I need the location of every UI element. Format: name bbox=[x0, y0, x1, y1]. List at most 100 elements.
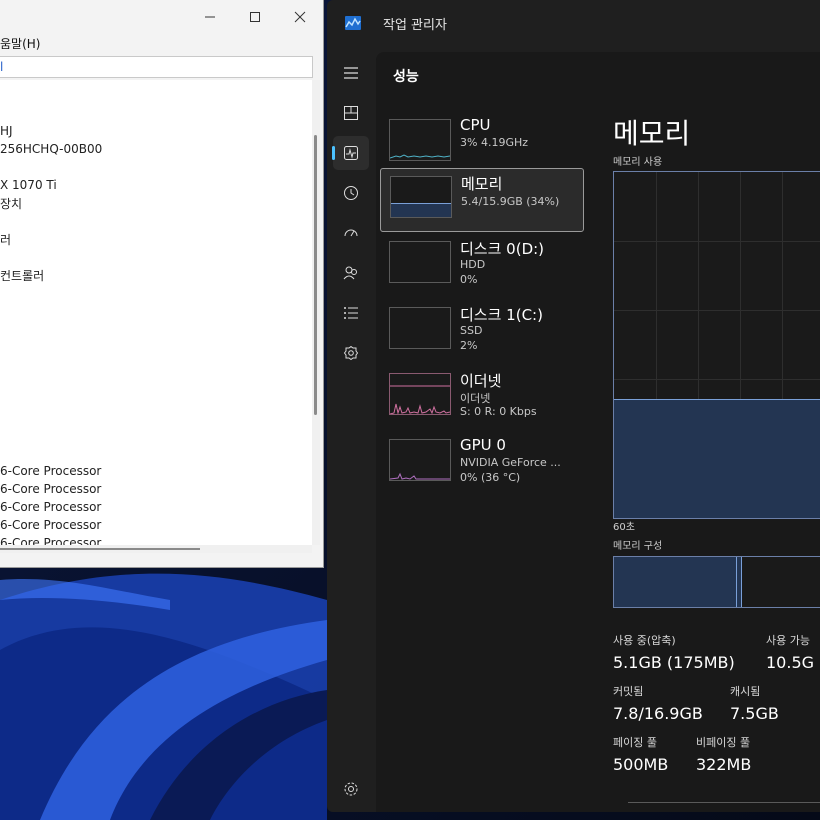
tree-row[interactable]: 6-Core Processor bbox=[0, 500, 101, 514]
device-detail: 3% 4.19GHz bbox=[460, 136, 529, 149]
nav-settings[interactable] bbox=[333, 772, 369, 806]
tree-row[interactable]: 장치 bbox=[0, 195, 22, 212]
device-manager-window: 움말(H) l HJ 256HCHQ-00B00 X 1070 Ti 장치 러 … bbox=[0, 0, 324, 568]
device-detail: 이더넷 bbox=[460, 392, 491, 405]
device-detail: S: 0 R: 0 Kbps bbox=[460, 405, 537, 418]
device-name: 디스크 1(C:) bbox=[460, 306, 543, 324]
toolbar-link[interactable]: l bbox=[0, 60, 3, 74]
close-button[interactable] bbox=[288, 6, 312, 28]
memory-usage-label: 메모리 사용 bbox=[613, 157, 663, 168]
details-icon bbox=[344, 307, 358, 319]
memory-modified-segment bbox=[737, 557, 742, 607]
gpu-sparkline bbox=[390, 472, 450, 480]
cpu-thumbnail-graph bbox=[389, 119, 451, 161]
grid-line bbox=[614, 379, 820, 380]
page-title: 성능 bbox=[393, 69, 419, 85]
horizontal-scrollbar[interactable] bbox=[0, 545, 312, 553]
active-indicator bbox=[332, 146, 335, 160]
grid-line bbox=[614, 241, 820, 242]
device-manager-titlebar[interactable] bbox=[0, 0, 323, 34]
maximize-button[interactable] bbox=[243, 6, 267, 28]
grid-line bbox=[614, 310, 820, 311]
task-manager-titlebar[interactable]: 작업 관리자 bbox=[327, 0, 820, 48]
device-detail: 2% bbox=[460, 339, 478, 352]
time-span-label: 60초 bbox=[613, 522, 635, 533]
task-manager-app-icon bbox=[345, 16, 361, 30]
paged-pool-label: 페이징 풀 bbox=[613, 736, 657, 749]
in-use-value: 5.1GB (175MB) bbox=[613, 653, 735, 672]
navigation-rail bbox=[327, 48, 375, 812]
device-item-gpu[interactable]: GPU 0 NVIDIA GeForce ... 0% (36 °C) bbox=[380, 432, 582, 494]
tree-row[interactable]: 6-Core Processor bbox=[0, 536, 101, 545]
nav-processes[interactable] bbox=[333, 96, 369, 130]
hamburger-icon bbox=[344, 67, 358, 79]
users-icon bbox=[343, 266, 357, 280]
device-detail: SSD bbox=[460, 324, 483, 337]
cpu-sparkline bbox=[390, 154, 450, 159]
in-use-label: 사용 중(압축) bbox=[613, 634, 676, 647]
memory-composition-bar bbox=[613, 556, 820, 608]
memory-usage-fill bbox=[614, 399, 820, 518]
nav-details[interactable] bbox=[333, 296, 369, 330]
nav-services[interactable] bbox=[333, 336, 369, 370]
tree-row[interactable]: 6-Core Processor bbox=[0, 518, 101, 532]
device-detail: 0% bbox=[460, 273, 478, 286]
committed-label: 커밋됨 bbox=[613, 685, 644, 698]
scrollbar-thumb[interactable] bbox=[314, 135, 317, 415]
nav-users[interactable] bbox=[333, 256, 369, 290]
tree-row[interactable]: 256HCHQ-00B00 bbox=[0, 142, 102, 156]
nav-startup-apps[interactable] bbox=[333, 216, 369, 250]
tree-row[interactable]: 6-Core Processor bbox=[0, 464, 101, 478]
performance-title: 메모리 bbox=[613, 117, 691, 150]
performance-panel: 성능 CPU 3% 4.19GHz 메모리 5.4/15.9GB (34%) 디… bbox=[376, 52, 820, 812]
gpu-thumbnail-graph bbox=[389, 439, 451, 481]
tree-row[interactable]: 6-Core Processor bbox=[0, 482, 101, 496]
device-item-disk-1[interactable]: 디스크 1(C:) SSD 2% bbox=[380, 300, 582, 362]
menu-help[interactable]: 움말(H) bbox=[0, 37, 40, 51]
disk0-thumbnail-graph bbox=[389, 241, 451, 283]
ethernet-sparkline bbox=[390, 385, 450, 414]
device-item-disk-0[interactable]: 디스크 0(D:) HDD 0% bbox=[380, 234, 582, 296]
device-name: 메모리 bbox=[461, 175, 503, 193]
tree-row[interactable]: 러 bbox=[0, 231, 11, 248]
minimize-icon bbox=[205, 16, 215, 18]
nonpaged-pool-value: 322MB bbox=[696, 755, 752, 774]
available-label: 사용 가능 bbox=[766, 634, 810, 647]
paged-pool-value: 500MB bbox=[613, 755, 669, 774]
device-name: 이더넷 bbox=[460, 372, 502, 390]
ethernet-thumbnail-graph bbox=[389, 373, 451, 415]
nav-performance[interactable] bbox=[332, 136, 369, 170]
vertical-scrollbar[interactable] bbox=[312, 80, 320, 545]
startup-icon bbox=[344, 229, 358, 237]
disk1-thumbnail-graph bbox=[389, 307, 451, 349]
nonpaged-pool-label: 비페이징 풀 bbox=[696, 736, 751, 749]
memory-composition-label: 메모리 구성 bbox=[613, 541, 663, 552]
cached-label: 캐시됨 bbox=[730, 685, 761, 698]
device-tree: HJ 256HCHQ-00B00 X 1070 Ti 장치 러 컨트롤러 6-C… bbox=[0, 80, 312, 545]
scrollbar-thumb[interactable] bbox=[0, 548, 200, 550]
device-detail: 5.4/15.9GB (34%) bbox=[461, 195, 560, 208]
device-name: GPU 0 bbox=[460, 436, 506, 454]
memory-thumbnail-fill bbox=[391, 203, 451, 217]
hamburger-menu-button[interactable] bbox=[333, 56, 369, 90]
tree-row[interactable]: 컨트롤러 bbox=[0, 267, 44, 284]
device-detail: NVIDIA GeForce ... bbox=[460, 456, 561, 469]
minimize-button[interactable] bbox=[198, 6, 222, 28]
close-icon bbox=[294, 11, 306, 23]
tree-row[interactable]: HJ bbox=[0, 124, 13, 138]
memory-thumbnail-graph bbox=[390, 176, 452, 218]
memory-usage-graph bbox=[613, 171, 820, 519]
task-manager-window: 작업 관리자 성능 CPU 3% 4.19GHz 메모리 5.4/15.9GB … bbox=[327, 0, 820, 812]
tree-row[interactable]: X 1070 Ti bbox=[0, 178, 57, 192]
menu-bar: 움말(H) bbox=[0, 34, 40, 54]
device-name: 디스크 0(D:) bbox=[460, 240, 545, 258]
toolbar-strip: l bbox=[0, 56, 313, 78]
history-icon bbox=[344, 186, 358, 200]
device-item-ethernet[interactable]: 이더넷 이더넷 S: 0 R: 0 Kbps bbox=[380, 366, 582, 428]
device-item-memory[interactable]: 메모리 5.4/15.9GB (34%) bbox=[380, 168, 584, 232]
nav-app-history[interactable] bbox=[333, 176, 369, 210]
panel-divider bbox=[628, 802, 820, 803]
device-item-cpu[interactable]: CPU 3% 4.19GHz bbox=[380, 112, 582, 174]
gear-icon bbox=[344, 782, 358, 796]
committed-value: 7.8/16.9GB bbox=[613, 704, 703, 723]
